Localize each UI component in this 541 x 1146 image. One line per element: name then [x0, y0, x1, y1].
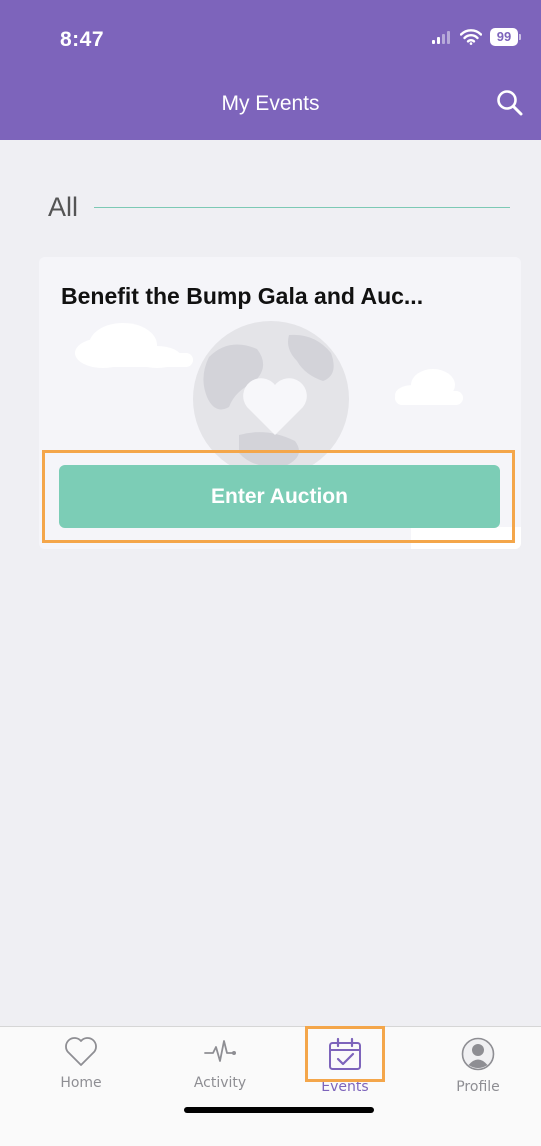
battery-icon: 99 [490, 28, 521, 46]
signal-icon [432, 31, 450, 44]
event-title: Benefit the Bump Gala and Auc... [61, 283, 424, 309]
my-events-screen: 8:47 99 My Events All Benefit the Bump G… [0, 0, 541, 1146]
pulse-icon [204, 1040, 236, 1062]
tab-events[interactable]: Events [295, 1037, 395, 1105]
search-button[interactable] [493, 86, 527, 120]
enter-auction-button[interactable]: Enter Auction [59, 465, 500, 528]
app-header: 8:47 99 My Events [0, 0, 541, 140]
section-header: All [48, 192, 510, 223]
tab-home-label: Home [60, 1075, 102, 1091]
heart-icon [65, 1037, 97, 1066]
search-icon [497, 90, 523, 116]
tab-activity[interactable]: Activity [170, 1037, 270, 1105]
home-indicator [184, 1107, 374, 1113]
battery-level: 99 [490, 28, 518, 46]
tab-activity-label: Activity [193, 1075, 247, 1091]
person-circle-icon [461, 1037, 495, 1071]
calendar-check-icon [329, 1037, 361, 1070]
section-label: All [48, 192, 79, 222]
tab-home[interactable]: Home [31, 1037, 131, 1105]
wifi-icon [460, 29, 482, 45]
section-divider [94, 207, 510, 208]
status-icons: 99 [432, 28, 521, 46]
tab-bar: Home Activity Events Profile [0, 1026, 541, 1146]
tab-profile[interactable]: Profile [428, 1037, 528, 1105]
status-time: 8:47 [60, 28, 105, 51]
event-card[interactable]: Benefit the Bump Gala and Auc... Enter A… [39, 257, 521, 549]
page-title: My Events [221, 92, 320, 115]
tab-events-label: Events [321, 1079, 369, 1095]
battery-tip [519, 34, 521, 40]
tab-profile-label: Profile [456, 1079, 500, 1095]
